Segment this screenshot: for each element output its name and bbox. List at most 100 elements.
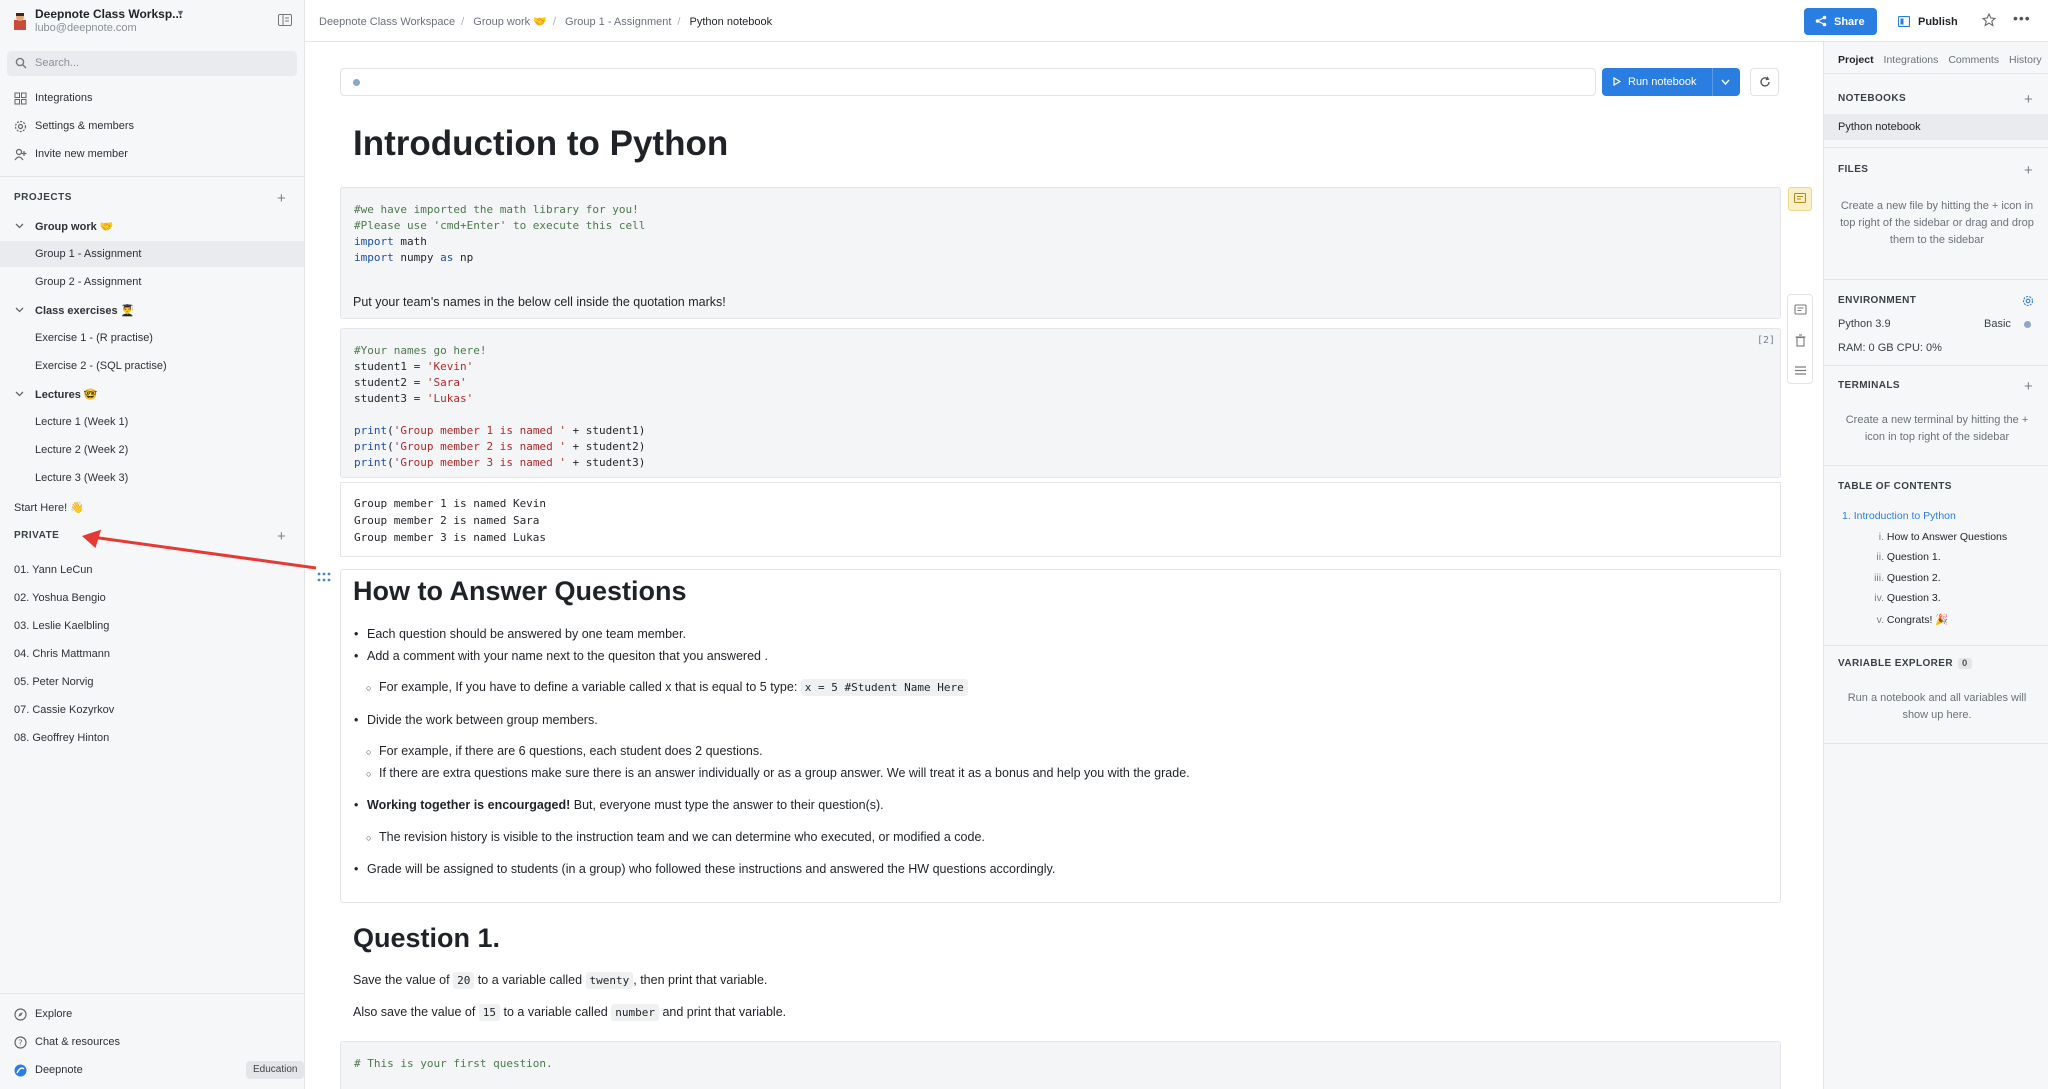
project-exercise-2[interactable]: Exercise 2 - (SQL practise) <box>0 353 304 379</box>
star-icon[interactable] <box>1982 13 1996 27</box>
cell-output: Group member 1 is named Kevin Group memb… <box>340 482 1781 557</box>
tree-label: Group 2 - Assignment <box>35 276 142 288</box>
add-user-icon <box>14 148 27 161</box>
tree-label: Lecture 1 (Week 1) <box>35 416 129 428</box>
machine-status-dot <box>2024 321 2031 328</box>
toc-label: Introduction to Python <box>1853 510 1956 522</box>
list-item-text: If there are extra questions make sure t… <box>379 766 1190 780</box>
code-text: math <box>393 235 427 248</box>
project-group-2-assignment[interactable]: Group 2 - Assignment <box>0 269 304 295</box>
private-project[interactable]: 08. Geoffrey Hinton <box>0 725 304 751</box>
footer-deepnote[interactable]: Deepnote Education <box>14 1061 305 1081</box>
output-text: Group member 1 is named Kevin Group memb… <box>354 495 546 546</box>
tab-integrations[interactable]: Integrations <box>1884 54 1939 66</box>
tab-comments[interactable]: Comments <box>1948 54 1999 66</box>
breadcrumb-item[interactable]: Deepnote Class Workspace <box>319 16 455 28</box>
breadcrumb-current: Python notebook <box>689 16 773 28</box>
project-start-here[interactable]: Start Here! 👋 <box>0 494 304 520</box>
tree-label: Start Here! 👋 <box>14 502 84 514</box>
gear-icon[interactable] <box>2022 295 2034 307</box>
chevron-down-icon <box>15 223 24 229</box>
workspace-switcher[interactable]: Deepnote Class Worksp... ▼ lubo@deepnote… <box>0 0 305 42</box>
add-file-icon[interactable]: + <box>2024 163 2033 178</box>
project-group-1-assignment[interactable]: Group 1 - Assignment <box>0 241 304 267</box>
collapse-sidebar-icon[interactable] <box>278 14 292 26</box>
sidebar-divider <box>0 993 304 994</box>
variable-explorer-label: VARIABLE EXPLORER <box>1838 658 1953 669</box>
code-string: 'Group member 1 is named ' <box>393 424 566 437</box>
toc-item[interactable]: v. Congrats! 🎉 <box>1870 613 1949 626</box>
drag-handle-icon[interactable] <box>317 572 331 582</box>
code-cell-question-1[interactable]: # This is your first question. <box>340 1041 1781 1089</box>
breadcrumb: Deepnote Class Workspace / Group work 🤝 / … <box>319 16 773 28</box>
private-project[interactable]: 04. Chris Mattmann <box>0 641 304 667</box>
project-folder-group-work[interactable]: Group work 🤝 <box>0 213 304 239</box>
code-line[interactable]: # This is your first question. <box>354 1056 553 1072</box>
comment-flag[interactable] <box>1788 187 1812 211</box>
nav-settings-members[interactable]: Settings & members <box>14 117 294 137</box>
private-project[interactable]: 01. Yann LeCun <box>0 557 304 583</box>
add-terminal-icon[interactable]: + <box>2024 379 2033 394</box>
publish-button[interactable]: Publish <box>1890 8 1965 35</box>
toc-item[interactable]: iv. Question 3. <box>1870 592 1940 604</box>
add-notebook-icon[interactable]: + <box>2024 92 2033 107</box>
panel-divider <box>1824 73 2048 74</box>
text-cell[interactable]: Also save the value of 15 to a variable … <box>353 1004 786 1021</box>
private-project[interactable]: 07. Cassie Kozyrkov <box>0 697 304 723</box>
compass-icon <box>14 1008 27 1021</box>
chevron-down-icon[interactable] <box>1721 78 1730 86</box>
add-project-icon[interactable]: + <box>277 191 286 206</box>
tree-label: 05. Peter Norvig <box>14 676 94 688</box>
breadcrumb-item[interactable]: Group work 🤝 <box>473 16 547 28</box>
toc-item[interactable]: i. How to Answer Questions <box>1870 531 2007 543</box>
panel-divider <box>1824 365 2048 366</box>
footer-chat-resources[interactable]: ? Chat & resources <box>14 1033 299 1053</box>
search-input[interactable]: Search... <box>7 51 297 76</box>
text-cell[interactable]: Save the value of 20 to a variable calle… <box>353 972 768 989</box>
machine-tier[interactable]: Basic <box>1984 318 2011 330</box>
tab-history[interactable]: History <box>2009 54 2042 66</box>
nav-invite-member[interactable]: Invite new member <box>14 145 294 165</box>
add-private-project-icon[interactable]: + <box>277 529 286 544</box>
private-project[interactable]: 05. Peter Norvig <box>0 669 304 695</box>
python-version[interactable]: Python 3.9 <box>1838 318 1891 330</box>
code-content[interactable]: #Your names go here! student1 = 'Kevin' … <box>354 343 645 471</box>
notebook-list-item[interactable]: Python notebook <box>1824 114 2048 140</box>
menu-icon[interactable] <box>1794 364 1807 377</box>
more-options-icon[interactable]: ••• <box>2013 11 2030 27</box>
refresh-button[interactable] <box>1750 68 1779 96</box>
trash-icon[interactable] <box>1794 334 1807 347</box>
chevron-down-icon <box>15 391 24 397</box>
breadcrumb-item[interactable]: Group 1 - Assignment <box>565 16 671 28</box>
project-exercise-1[interactable]: Exercise 1 - (R practise) <box>0 325 304 351</box>
toc-label: Question 2. <box>1886 572 1941 584</box>
share-button[interactable]: Share <box>1804 8 1877 35</box>
nav-integrations[interactable]: Integrations <box>14 89 294 109</box>
project-folder-class-exercises[interactable]: Class exercises 👨‍🎓 <box>0 297 304 323</box>
files-title: FILES <box>1838 164 1869 175</box>
project-lecture-3[interactable]: Lecture 3 (Week 3) <box>0 465 304 491</box>
private-project[interactable]: 03. Leslie Kaelbling <box>0 613 304 639</box>
tree-label: 07. Cassie Kozyrkov <box>14 704 115 716</box>
text-run: , then print that variable. <box>633 973 768 987</box>
private-project[interactable]: 02. Yoshua Bengio <box>0 585 304 611</box>
toc-item[interactable]: 1. Introduction to Python <box>1842 510 1956 522</box>
comment-icon[interactable] <box>1794 304 1807 317</box>
project-folder-lectures[interactable]: Lectures 🤓 <box>0 381 304 407</box>
footer-explore[interactable]: Explore <box>14 1005 299 1025</box>
code-content[interactable]: #we have imported the math library for y… <box>354 202 645 266</box>
toc-number: v. <box>1876 614 1884 626</box>
project-lecture-2[interactable]: Lecture 2 (Week 2) <box>0 437 304 463</box>
text-cell[interactable]: Put your team's names in the below cell … <box>353 295 726 309</box>
code-cell-names[interactable]: #Your names go here! student1 = 'Kevin' … <box>340 328 1781 478</box>
toc-item[interactable]: iii. Question 2. <box>1870 572 1941 584</box>
list-item-text: Divide the work between group members. <box>367 713 598 727</box>
share-icon <box>1815 15 1827 27</box>
run-notebook-button[interactable]: Run notebook <box>1602 68 1740 96</box>
markdown-cell-instructions[interactable] <box>340 569 1781 903</box>
tab-project[interactable]: Project <box>1838 54 1874 66</box>
project-lecture-1[interactable]: Lecture 1 (Week 1) <box>0 409 304 435</box>
toc-item[interactable]: ii. Question 1. <box>1870 551 1940 563</box>
notebook-name: Python notebook <box>1838 121 1921 133</box>
comment-icon <box>1794 193 1806 204</box>
